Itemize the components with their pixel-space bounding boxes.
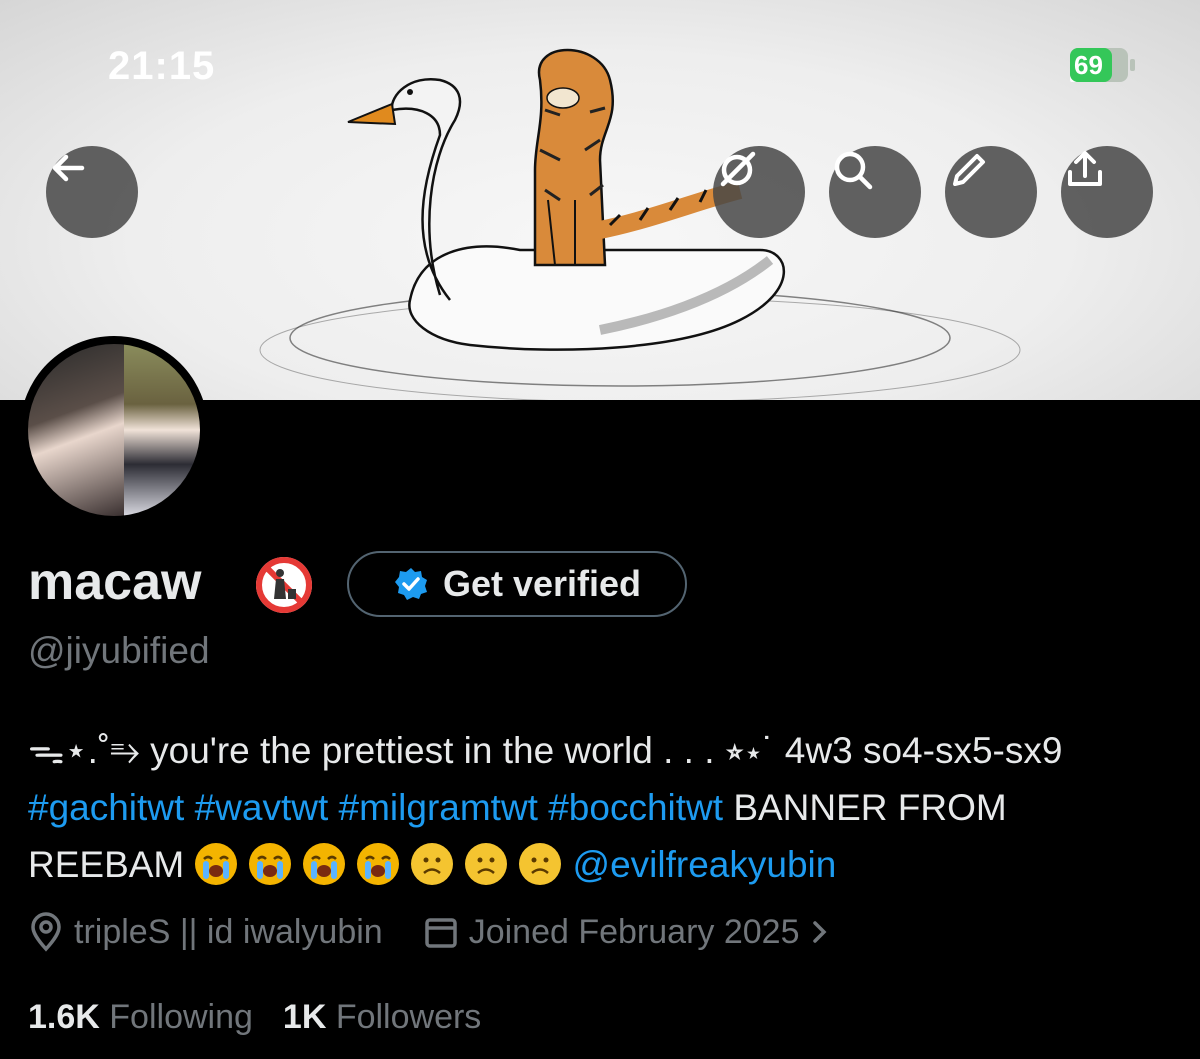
share-icon <box>1068 151 1102 186</box>
battery-icon: 69 <box>1070 48 1138 82</box>
mention-link[interactable]: @evilfreakyubin <box>573 844 837 885</box>
crying-face-emoji-icon <box>194 843 237 885</box>
avatar[interactable] <box>20 336 208 524</box>
hashtag-link[interactable]: #gachitwt <box>28 787 184 828</box>
arrow-left-icon <box>52 154 85 182</box>
join-date-text: Joined February 2025 <box>468 912 800 951</box>
location-text: tripleS || id iwalyubin <box>74 912 383 951</box>
status-icons: 69 <box>1070 48 1138 82</box>
crying-face-emoji-icon <box>302 843 345 885</box>
followers-link[interactable]: 1K Followers <box>283 998 481 1037</box>
location-pin-icon <box>31 912 61 952</box>
frowning-face-emoji-icon <box>518 843 561 885</box>
profile-banner[interactable]: 21:15 69 <box>0 0 1200 400</box>
following-link[interactable]: 1.6K Following <box>28 998 253 1037</box>
location: tripleS || id iwalyubin <box>28 912 383 952</box>
profile-meta: tripleS || id iwalyubin Joined February … <box>28 912 871 952</box>
profile-bio: ᯓ⋆.˚⥱ you're the prettiest in the world … <box>28 722 1168 893</box>
grok-button[interactable] <box>713 146 805 238</box>
follow-stats: 1.6K Following 1K Followers <box>28 998 481 1037</box>
following-label: Following <box>109 998 253 1036</box>
hashtag-link[interactable]: #bocchitwt <box>548 787 723 828</box>
search-icon <box>834 151 873 190</box>
status-time: 21:15 <box>108 44 216 88</box>
hashtag-link[interactable]: #milgramtwt <box>339 787 538 828</box>
hashtag-link[interactable]: #wavtwt <box>195 787 329 828</box>
pencil-icon <box>953 154 985 186</box>
join-date: Joined February 2025 <box>423 913 832 952</box>
frowning-face-emoji-icon <box>464 843 507 885</box>
edit-button[interactable] <box>945 146 1037 238</box>
verified-badge-icon <box>394 568 427 600</box>
get-verified-button[interactable]: Get verified <box>347 551 687 617</box>
grok-icon <box>720 151 756 187</box>
search-button[interactable] <box>829 146 921 238</box>
avatar-image <box>28 344 200 516</box>
bio-text: ᯓ⋆.˚⥱ you're the prettiest in the world … <box>28 730 1063 771</box>
followers-count: 1K <box>282 998 327 1036</box>
frowning-face-emoji-icon <box>410 843 453 885</box>
get-verified-label: Get verified <box>442 563 642 604</box>
user-handle: @jiyubified <box>28 630 210 671</box>
following-count: 1.6K <box>28 998 100 1036</box>
calendar-icon <box>424 918 457 948</box>
back-button[interactable] <box>46 146 138 238</box>
chevron-right-icon[interactable] <box>809 917 831 947</box>
no-littering-emoji-icon <box>254 555 314 620</box>
crying-face-emoji-icon <box>356 843 399 885</box>
followers-label: Followers <box>335 998 482 1036</box>
display-name: macaw <box>28 553 202 611</box>
battery-level: 69 <box>1074 50 1103 80</box>
crying-face-emoji-icon <box>248 843 291 885</box>
share-button[interactable] <box>1061 146 1153 238</box>
